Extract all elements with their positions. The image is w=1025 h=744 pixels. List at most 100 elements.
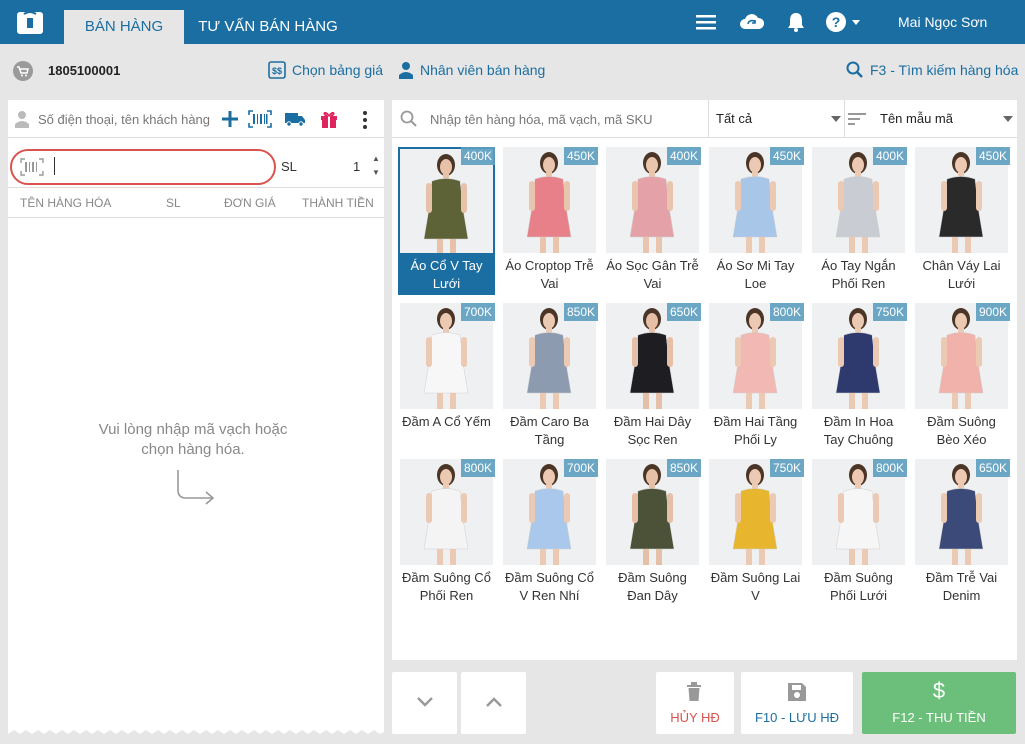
price-badge: 450K [563,147,598,165]
menu-icon[interactable] [694,10,718,34]
add-customer-icon[interactable] [221,110,239,128]
product-name-line-2: Denim [942,588,981,603]
product-name-line-2: Vai [540,276,559,291]
gift-icon[interactable] [319,109,339,129]
product-card[interactable]: 400K Áo Cổ V Tay Lưới [398,147,495,295]
product-name-line-2: Loe [744,276,767,291]
price-badge: 800K [769,303,804,321]
product-name: Đầm Suông Lai V [707,569,804,605]
sales-staff-button[interactable]: Nhân viên bán hàng [398,61,545,79]
divider [844,100,845,138]
product-name-line-1: Đầm Suông Lai [710,570,801,585]
price-badge: 800K [872,459,907,477]
delivery-truck-icon[interactable] [284,111,306,127]
bell-icon[interactable] [785,10,807,34]
cart-icon [13,61,33,81]
product-card[interactable]: 750K Đầm Suông Lai V [707,459,804,607]
category-filter-select[interactable]: Tất cả [716,111,752,126]
tab-sales[interactable]: BÁN HÀNG [64,10,184,44]
product-name-line-2: Vai [643,276,662,291]
product-card[interactable]: 450K Áo Sơ Mi Tay Loe [707,147,804,295]
product-name-line-2: Sọc Ren [627,432,678,447]
product-name-line-2: Bèo Xéo [936,432,987,447]
product-card[interactable]: 650K Đầm Hai Dây Sọc Ren [604,303,701,451]
quantity-label: SL [281,159,297,174]
chevron-down-icon [417,697,433,707]
cloud-sync-icon[interactable] [738,10,766,34]
barcode-scan-icon[interactable] [248,110,272,128]
product-name-line-1: Đầm Trễ Vai [925,570,998,585]
product-card[interactable]: 450K Chân Váy Lai Lưới [913,147,1010,295]
sort-by-select[interactable]: Tên mẫu mã [880,111,953,126]
product-card[interactable]: 450K Áo Croptop Trễ Vai [501,147,598,295]
chevron-down-icon [1003,116,1013,122]
catalog-search-row: Nhập tên hàng hóa, mã vạch, mã SKU Tất c… [392,100,1017,138]
user-name[interactable]: Mai Ngọc Sơn [898,14,987,30]
product-name: Đầm Suông Cổ V Ren Nhí [501,569,598,605]
empty-cart-message: Vui lòng nhập mã vạch hoặc chọn hàng hóa… [88,420,298,460]
tab-sales-consulting[interactable]: TƯ VẤN BÁN HÀNG [190,10,346,44]
search-icon [846,61,863,78]
product-card[interactable]: 700K Đầm A Cổ Yếm [398,303,495,451]
price-list-icon: $$ [268,61,286,79]
price-badge: 400K [460,147,495,165]
product-card[interactable]: 900K Đầm Suông Bèo Xéo [913,303,1010,451]
product-card[interactable]: 750K Đầm In Hoa Tay Chuông [810,303,907,451]
column-unit-price: ĐƠN GIÁ [224,196,276,210]
product-name: Áo Tay Ngắn Phối Ren [810,257,907,293]
product-search-shortcut[interactable]: F3 - Tìm kiếm hàng hóa [846,61,1018,79]
cart-table-header: TÊN HÀNG HÓA SL ĐƠN GIÁ THÀNH TIỀN [8,190,384,218]
product-name-line-2: Tay Chuông [823,432,894,447]
customer-row: Số điện thoại, tên khách hàng [8,100,384,138]
price-list-button[interactable]: $$ Chọn bảng giá [268,61,383,79]
barcode-input[interactable] [10,154,278,182]
quantity-stepper[interactable]: ▲ ▼ [372,152,380,180]
product-name-line-1: Đầm Suông Cổ [402,570,491,585]
product-name-line-2: V Ren Nhí [519,588,580,603]
product-card[interactable]: 850K Đầm Caro Ba Tầng [501,303,598,451]
cancel-invoice-button[interactable]: HỦY HĐ [656,672,734,734]
product-card[interactable]: 400K Áo Tay Ngắn Phối Ren [810,147,907,295]
product-name-line-1: Áo Sọc Gân Trễ [606,258,699,273]
product-card[interactable]: 800K Đầm Suông Cổ Phối Ren [398,459,495,607]
product-name-line-1: Áo Croptop Trễ [505,258,594,273]
product-name: Đầm Caro Ba Tầng [501,413,598,449]
product-card[interactable]: 800K Đầm Suông Phối Lưới [810,459,907,607]
product-name-line-2: Tầng [534,432,565,447]
scroll-up-button[interactable] [461,672,526,734]
product-name-line-2: Lưới [432,276,461,291]
more-options-icon[interactable] [362,110,368,130]
product-card[interactable]: 700K Đầm Suông Cổ V Ren Nhí [501,459,598,607]
product-name: Đầm Suông Bèo Xéo [913,413,1010,449]
product-name-line-1: Đầm In Hoa [823,414,894,429]
product-search-input[interactable]: Nhập tên hàng hóa, mã vạch, mã SKU [430,112,653,127]
help-icon[interactable]: ? [824,10,864,34]
barcode-entry-row: SL 1 ▲ ▼ [8,146,384,188]
product-card[interactable]: 800K Đầm Hai Tầng Phối Ly [707,303,804,451]
receipt-torn-edge [8,730,384,740]
product-name: Đầm In Hoa Tay Chuông [810,413,907,449]
column-quantity: SL [166,196,181,210]
product-name-line-1: Đầm Hai Dây [613,414,692,429]
save-invoice-button[interactable]: F10 - LƯU HĐ [741,672,853,734]
product-card[interactable]: 400K Áo Sọc Gân Trễ Vai [604,147,701,295]
product-card[interactable]: 850K Đầm Suông Đan Dây [604,459,701,607]
customer-search-input[interactable]: Số điện thoại, tên khách hàng [38,112,210,127]
price-badge: 750K [769,459,804,477]
scroll-down-button[interactable] [392,672,457,734]
quantity-input[interactable]: 1 [353,159,360,174]
product-name: Đầm A Cổ Yếm [398,413,495,431]
price-badge: 800K [460,459,495,477]
save-invoice-label: F10 - LƯU HĐ [754,710,840,725]
checkout-button[interactable]: $ F12 - THU TIỀN [862,672,1016,734]
product-name-line-1: Đầm Suông Cổ [505,570,594,585]
cart-panel: Số điện thoại, tên khách hàng SL 1 ▲ ▼ TÊ… [8,100,384,740]
empty-cart-line-2: chọn hàng hóa. [141,441,245,458]
product-name-line-2: V [751,588,760,603]
sales-staff-label: Nhân viên bán hàng [420,62,546,78]
price-badge: 700K [460,303,495,321]
product-card[interactable]: 650K Đầm Trễ Vai Denim [913,459,1010,607]
column-total: THÀNH TIỀN [302,196,374,210]
product-name-line-2: Phối Ly [734,432,777,447]
product-name-line-1: Đầm Suông [927,414,996,429]
